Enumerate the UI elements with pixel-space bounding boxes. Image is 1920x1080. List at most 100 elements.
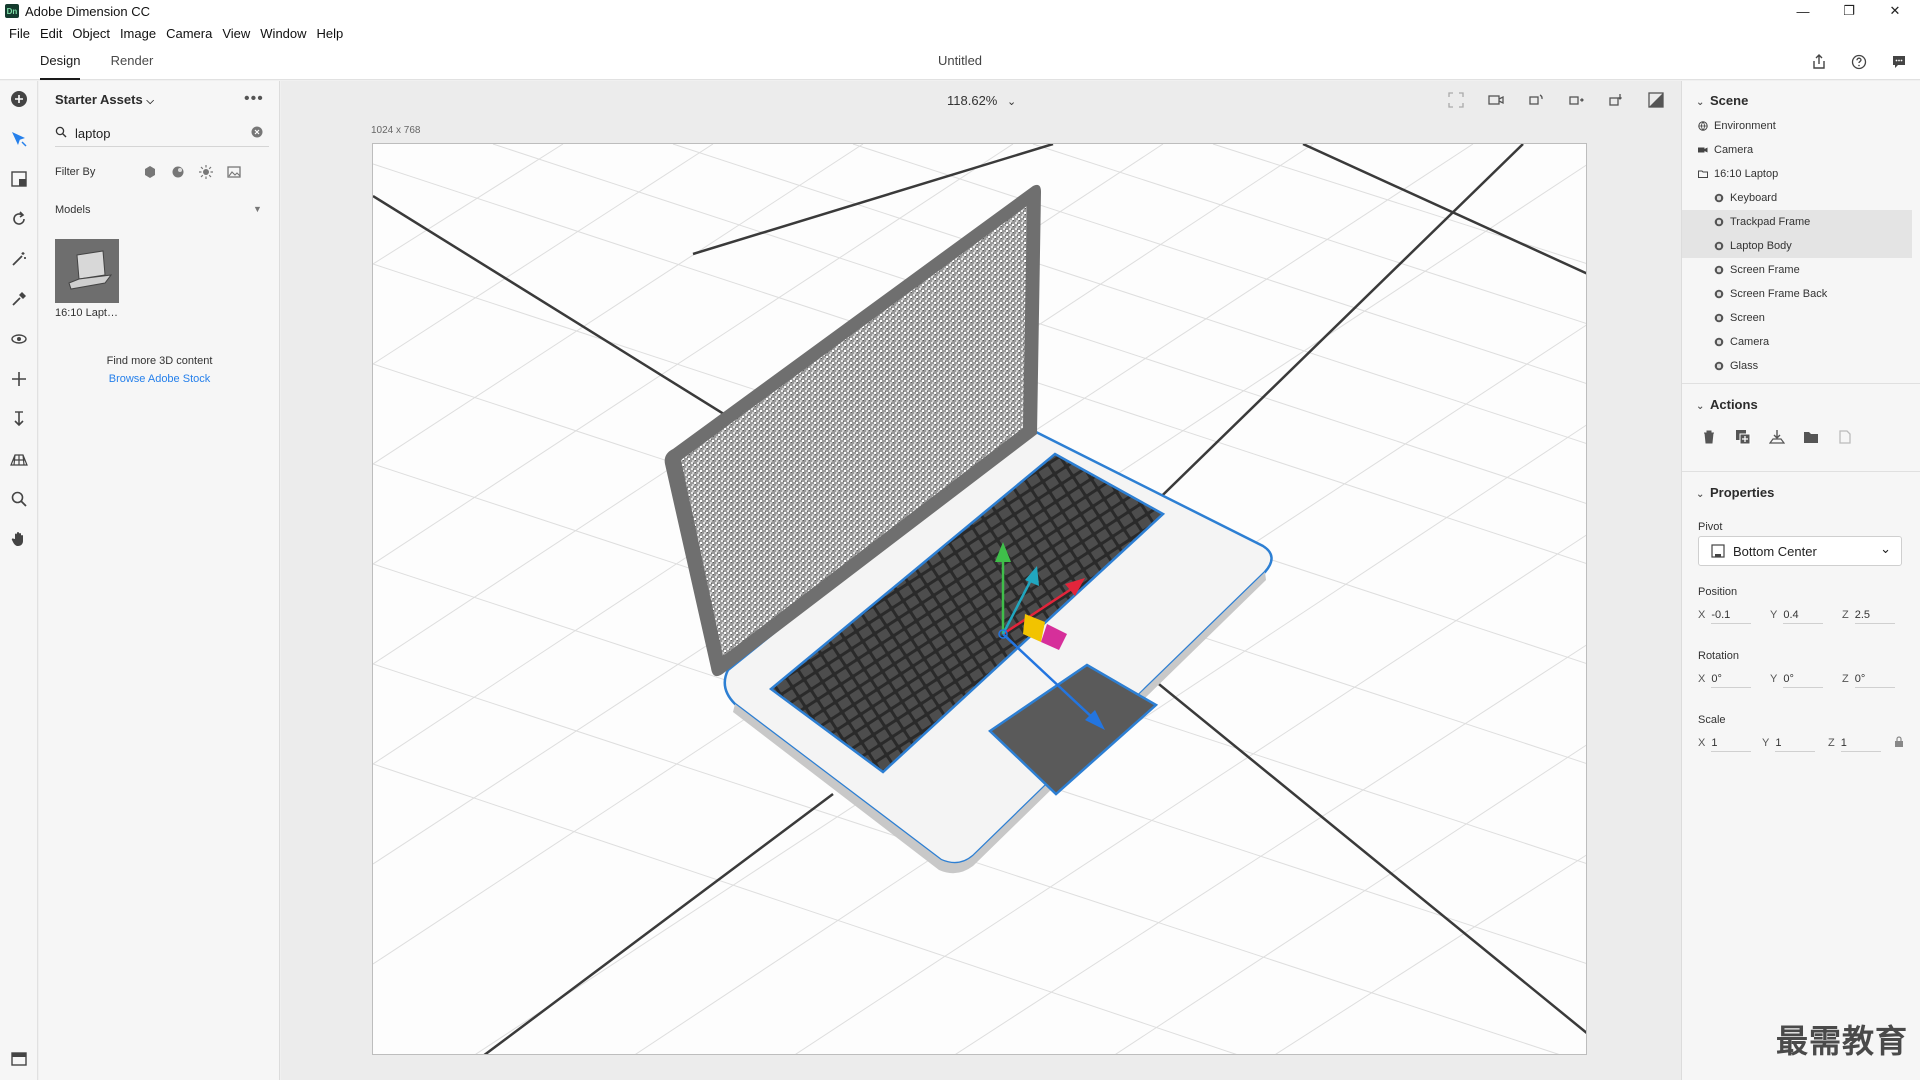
ungroup-button[interactable] (1834, 426, 1856, 448)
rotation-z-field[interactable]: Z 0° (1842, 673, 1895, 688)
delete-button[interactable] (1698, 426, 1720, 448)
menu-help[interactable]: Help (312, 26, 349, 41)
frame-all-button[interactable] (1445, 89, 1467, 111)
divider (1682, 383, 1920, 384)
title-bar: Dn Adobe Dimension CC — ❐ ✕ (0, 0, 1920, 22)
filter-images-button[interactable] (225, 163, 243, 181)
pan-camera-tool[interactable] (7, 327, 31, 351)
scene-item-camera[interactable]: Camera (1682, 330, 1912, 354)
magic-wand-tool[interactable] (7, 247, 31, 271)
filter-models-button[interactable] (141, 163, 159, 181)
feedback-button[interactable] (1889, 52, 1909, 72)
scene-item-keyboard[interactable]: Keyboard (1682, 186, 1912, 210)
filter-by-label: Filter By (55, 166, 96, 178)
axis-z-label: Z (1828, 737, 1835, 749)
scene-item-screen[interactable]: Screen (1682, 306, 1912, 330)
magic-wand-icon (12, 252, 26, 266)
rotate-icon (13, 211, 25, 225)
close-button[interactable]: ✕ (1872, 0, 1918, 22)
cube-filter-icon (145, 166, 155, 178)
position-z-field[interactable]: Z 2.5 (1842, 609, 1895, 624)
group-button[interactable] (1800, 426, 1822, 448)
camera-bookmark-button[interactable] (1485, 89, 1507, 111)
tab-render[interactable]: Render (110, 44, 154, 80)
horizon-tool[interactable] (7, 447, 31, 471)
pan-tool[interactable] (7, 367, 31, 391)
scene-section-header[interactable]: ⌄ Scene (1696, 93, 1748, 108)
browse-adobe-stock-link[interactable]: Browse Adobe Stock (39, 373, 280, 385)
share-button[interactable] (1809, 52, 1829, 72)
scene-item-label: Camera (1730, 336, 1770, 348)
rotation-x-field[interactable]: X 0° (1698, 673, 1752, 688)
actions-section-header[interactable]: ⌄ Actions (1696, 397, 1758, 412)
dolly-tool[interactable] (7, 407, 31, 431)
position-x-field[interactable]: X -0.1 (1698, 609, 1752, 624)
scale-label: Scale (1698, 714, 1726, 726)
scene-item-glass[interactable]: Glass (1682, 354, 1912, 378)
scene-item-environment[interactable]: Environment (1682, 114, 1912, 138)
camera-pan-button[interactable] (1565, 89, 1587, 111)
minimize-button[interactable]: — (1780, 0, 1826, 22)
scale-x-field[interactable]: X1 (1698, 737, 1752, 752)
3d-viewport[interactable] (372, 143, 1587, 1055)
menu-camera[interactable]: Camera (161, 26, 217, 41)
filter-materials-button[interactable] (169, 163, 187, 181)
render-preview-button[interactable] (1645, 89, 1667, 111)
scene-item-label: Keyboard (1730, 192, 1778, 204)
restore-button[interactable]: ❐ (1826, 0, 1872, 22)
tab-design[interactable]: Design (40, 44, 80, 80)
scene-item-screen-frame-back[interactable]: Screen Frame Back (1682, 282, 1912, 306)
menu-edit[interactable]: Edit (35, 26, 67, 41)
rotation-z-value: 0° (1854, 673, 1895, 688)
menu-window[interactable]: Window (255, 26, 311, 41)
close-icon: ✕ (1889, 3, 1901, 18)
select-tool[interactable] (7, 127, 31, 151)
add-content-tool[interactable] (7, 87, 31, 111)
camera-dolly-button[interactable] (1605, 89, 1627, 111)
models-collapse-icon[interactable]: ▼ (253, 204, 262, 214)
help-button[interactable] (1849, 52, 1869, 72)
clear-search-icon[interactable] (251, 126, 263, 138)
duplicate-button[interactable] (1732, 426, 1754, 448)
scene-item-laptop-body[interactable]: Laptop Body (1682, 234, 1912, 258)
rotation-y-field[interactable]: Y 0° (1770, 673, 1824, 688)
scale-z-field[interactable]: Z1 (1828, 737, 1881, 752)
search-input[interactable] (75, 123, 245, 143)
scene-item-trackpad-frame[interactable]: Trackpad Frame (1682, 210, 1912, 234)
move-to-ground-button[interactable] (1766, 426, 1788, 448)
pivot-select[interactable]: Bottom Center ⌄ (1698, 536, 1902, 566)
select-box-tool[interactable] (7, 167, 31, 191)
zoom-tool[interactable] (7, 487, 31, 511)
scene-item-camera[interactable]: Camera (1682, 138, 1912, 162)
assets-title-text: Starter Assets (55, 92, 143, 107)
uniform-scale-lock-button[interactable] (1894, 735, 1904, 753)
assets-title[interactable]: Starter Assets ⌵ (55, 92, 154, 107)
laptop-model-thumbnail[interactable] (55, 239, 119, 303)
scene-item-screen-frame[interactable]: Screen Frame (1682, 258, 1912, 282)
drop-to-ground-icon (1769, 430, 1785, 444)
assets-more-button[interactable]: ••• (244, 90, 264, 108)
menu-object[interactable]: Object (67, 26, 115, 41)
marquee-icon (11, 171, 27, 187)
properties-section-header[interactable]: ⌄ Properties (1696, 485, 1774, 500)
rotation-label: Rotation (1698, 650, 1739, 662)
model-icon (1714, 313, 1724, 323)
camera-orbit-button[interactable] (1525, 89, 1547, 111)
hand-tool[interactable] (7, 527, 31, 551)
menu-view[interactable]: View (217, 26, 255, 41)
panel-toggle-button[interactable] (8, 1048, 30, 1070)
orbit-tool[interactable] (7, 207, 31, 231)
zoom-level-dropdown[interactable]: 118.62% ⌄ (947, 93, 1016, 108)
position-y-field[interactable]: Y 0.4 (1770, 609, 1824, 624)
search-row (55, 121, 269, 147)
trash-icon (1704, 430, 1714, 444)
menu-file[interactable]: File (4, 26, 35, 41)
scene-item-label: Glass (1730, 360, 1759, 372)
menu-image[interactable]: Image (115, 26, 161, 41)
scale-y-field[interactable]: Y1 (1762, 737, 1816, 752)
sample-tool[interactable] (7, 287, 31, 311)
filter-lights-button[interactable] (197, 163, 215, 181)
scene-item-16-10-laptop[interactable]: 16:10 Laptop (1682, 162, 1912, 186)
models-section-label[interactable]: Models (55, 204, 90, 216)
axis-z-label: Z (1842, 673, 1849, 685)
